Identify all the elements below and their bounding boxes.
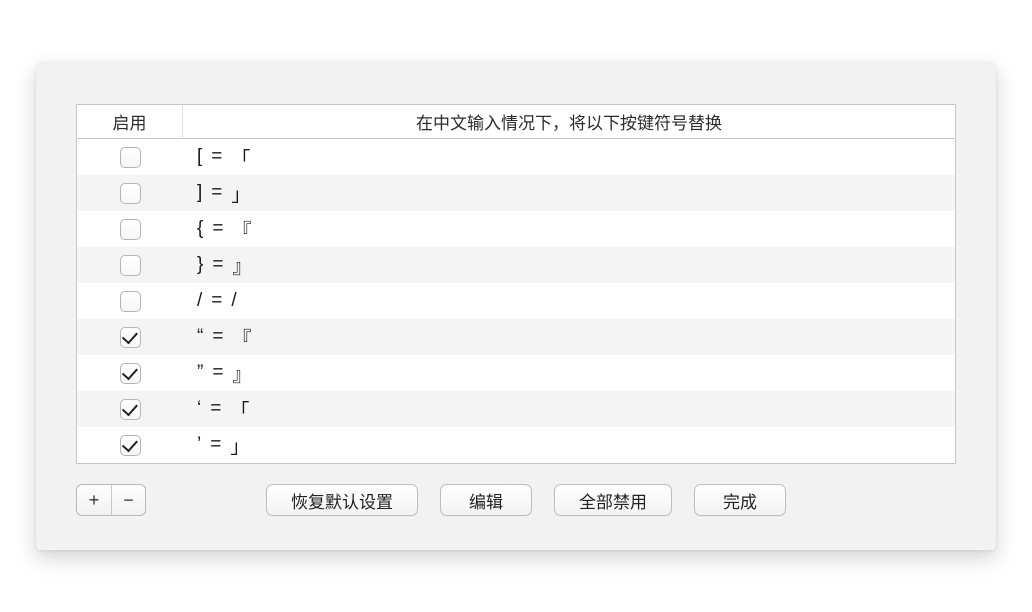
table-row[interactable]: / = /: [77, 283, 955, 319]
cell-enable: [77, 147, 183, 168]
enable-checkbox[interactable]: [120, 399, 141, 420]
edit-button[interactable]: 编辑: [440, 484, 532, 516]
minus-icon: −: [123, 490, 134, 511]
substitution-from: }: [197, 254, 204, 276]
table-row[interactable]: “ = 『: [77, 319, 955, 355]
done-button[interactable]: 完成: [694, 484, 786, 516]
remove-button[interactable]: −: [111, 485, 145, 515]
table-header: 启用 在中文输入情况下，将以下按键符号替换: [77, 105, 955, 139]
equals-sign: =: [212, 362, 224, 384]
cell-enable: [77, 291, 183, 312]
substitution-to: /: [231, 290, 237, 312]
substitution-from: ’: [197, 434, 202, 456]
substitution-from: {: [197, 218, 204, 240]
substitution-table: 启用 在中文输入情况下，将以下按键符号替换 [ = 「] = 」 { = 『} = 』 / = / “ = 『…: [76, 104, 956, 464]
table-row[interactable]: { = 『: [77, 211, 955, 247]
substitution-from: /: [197, 290, 203, 312]
equals-sign: =: [212, 218, 224, 240]
cell-substitution: / = /: [183, 290, 955, 312]
column-header-description: 在中文输入情况下，将以下按键符号替换: [183, 105, 955, 138]
enable-checkbox[interactable]: [120, 435, 141, 456]
substitution-from: ]: [197, 182, 203, 204]
disable-all-button[interactable]: 全部禁用: [554, 484, 672, 516]
cell-substitution: ” = 』: [183, 360, 955, 387]
cell-enable: [77, 219, 183, 240]
column-header-enable: 启用: [77, 105, 183, 138]
equals-sign: =: [210, 434, 222, 456]
substitution-to: 「: [231, 144, 251, 171]
cell-enable: [77, 327, 183, 348]
add-remove-segment: + −: [76, 484, 146, 516]
enable-checkbox[interactable]: [120, 147, 141, 168]
footer-bar: + − 恢复默认设置 编辑 全部禁用 完成: [76, 484, 956, 516]
equals-sign: =: [212, 326, 224, 348]
restore-defaults-button[interactable]: 恢复默认设置: [266, 484, 418, 516]
cell-substitution: [ = 「: [183, 144, 955, 171]
enable-checkbox[interactable]: [120, 183, 141, 204]
table-row[interactable]: ‘ = 「: [77, 391, 955, 427]
cell-substitution: “ = 『: [183, 324, 955, 351]
table-row[interactable]: ] = 」: [77, 175, 955, 211]
substitution-to: 『: [232, 216, 252, 243]
cell-substitution: ] = 」: [183, 180, 955, 207]
substitution-from: ‘: [197, 398, 202, 420]
substitution-from: “: [197, 326, 204, 348]
table-row[interactable]: ” = 』: [77, 355, 955, 391]
substitution-to: 」: [231, 180, 251, 207]
cell-substitution: ’ = 」: [183, 432, 955, 459]
enable-checkbox[interactable]: [120, 363, 141, 384]
equals-sign: =: [211, 182, 223, 204]
table-body: [ = 「] = 」 { = 『} = 』 / = / “ = 『 ” = 』 ‘ = 「 ’ = 」: [77, 139, 955, 463]
enable-checkbox[interactable]: [120, 327, 141, 348]
substitution-from: [: [197, 146, 203, 168]
equals-sign: =: [210, 398, 222, 420]
settings-panel: 启用 在中文输入情况下，将以下按键符号替换 [ = 「] = 」 { = 『} = 』 / = / “ = 『…: [36, 62, 996, 550]
cell-substitution: ‘ = 「: [183, 396, 955, 423]
substitution-to: 「: [230, 396, 250, 423]
table-row[interactable]: ’ = 」: [77, 427, 955, 463]
table-row[interactable]: [ = 「: [77, 139, 955, 175]
enable-checkbox[interactable]: [120, 255, 141, 276]
cell-substitution: } = 』: [183, 252, 955, 279]
equals-sign: =: [212, 254, 224, 276]
cell-enable: [77, 435, 183, 456]
cell-substitution: { = 『: [183, 216, 955, 243]
enable-checkbox[interactable]: [120, 291, 141, 312]
cell-enable: [77, 363, 183, 384]
cell-enable: [77, 183, 183, 204]
substitution-to: 『: [232, 324, 252, 351]
equals-sign: =: [211, 290, 223, 312]
substitution-from: ”: [197, 362, 204, 384]
table-row[interactable]: } = 』: [77, 247, 955, 283]
enable-checkbox[interactable]: [120, 219, 141, 240]
substitution-to: 』: [232, 252, 252, 279]
substitution-to: 」: [230, 432, 250, 459]
plus-icon: +: [89, 490, 100, 511]
add-button[interactable]: +: [77, 485, 111, 515]
substitution-to: 』: [232, 360, 252, 387]
cell-enable: [77, 399, 183, 420]
cell-enable: [77, 255, 183, 276]
equals-sign: =: [211, 146, 223, 168]
